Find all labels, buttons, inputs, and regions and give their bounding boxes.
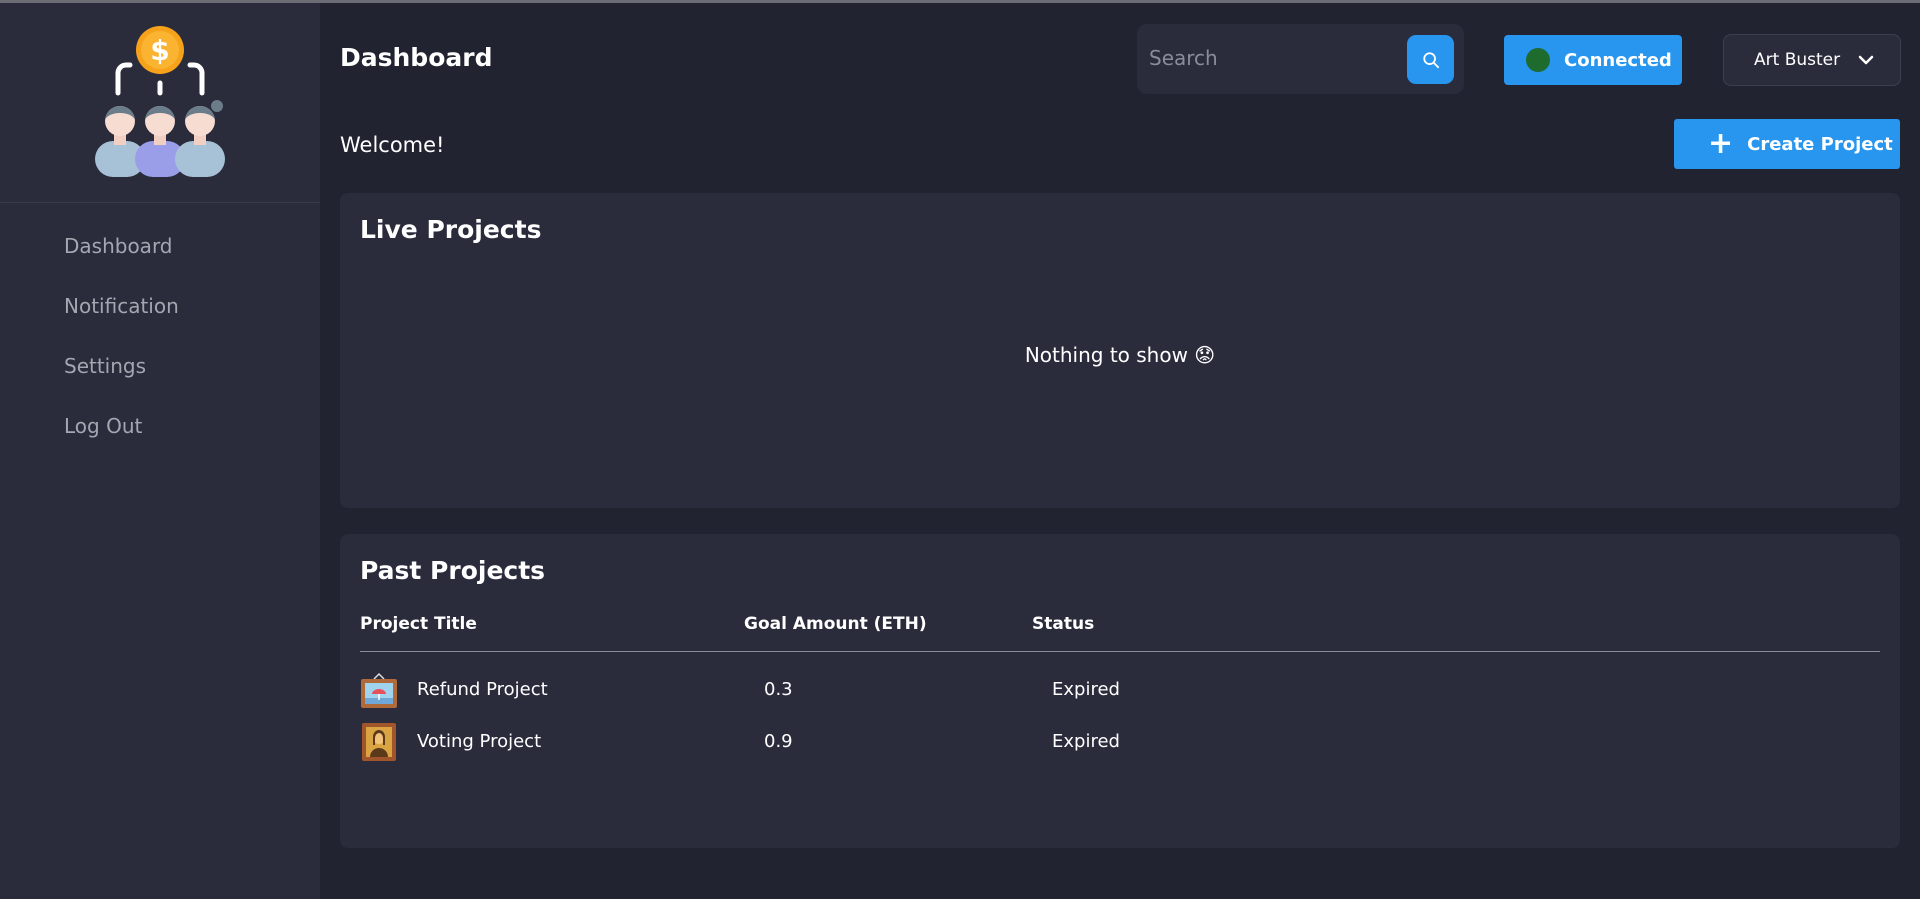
svg-text:$: $ (150, 34, 169, 67)
sidebar-nav: Dashboard Notification Settings Log Out (0, 203, 320, 465)
sidebar-item-log-out[interactable]: Log Out (64, 405, 320, 465)
project-title-cell: Voting Project (417, 731, 542, 752)
framed-landscape-icon (361, 672, 397, 708)
column-header-status: Status (1032, 614, 1095, 634)
sidebar: $ Dashboard Notification Settings Log Ou… (0, 3, 320, 899)
sidebar-item-dashboard[interactable]: Dashboard (64, 225, 320, 285)
empty-state-message: Nothing to show 😟 (1024, 343, 1216, 367)
column-header-project-title: Project Title (360, 614, 477, 634)
framed-portrait-icon (362, 723, 396, 761)
welcome-text: Welcome! (340, 133, 445, 157)
past-projects-title: Past Projects (360, 556, 546, 585)
live-projects-title: Live Projects (360, 215, 542, 244)
table-header-divider (360, 651, 1880, 652)
project-title-cell: Refund Project (417, 679, 548, 700)
column-header-goal-amount: Goal Amount (ETH) (744, 614, 927, 634)
sidebar-item-notification[interactable]: Notification (64, 285, 320, 345)
table-row[interactable]: Voting Project 0.9 Expired (360, 723, 1880, 765)
wallet-connected-button[interactable]: Connected (1504, 35, 1682, 85)
search-box (1137, 24, 1464, 94)
user-name: Art Buster (1754, 50, 1841, 70)
past-projects-card: Past Projects Project Title Goal Amount … (340, 534, 1900, 848)
search-icon (1422, 51, 1439, 68)
table-row[interactable]: Refund Project 0.3 Expired (360, 671, 1880, 713)
status-cell: Expired (1052, 679, 1120, 700)
chevron-down-icon (1858, 55, 1874, 65)
live-projects-card: Live Projects Nothing to show 😟 (340, 193, 1900, 508)
sidebar-item-settings[interactable]: Settings (64, 345, 320, 405)
page-title: Dashboard (340, 43, 493, 72)
wallet-connected-label: Connected (1564, 49, 1672, 71)
goal-amount-cell: 0.9 (764, 731, 793, 752)
create-project-label: Create Project (1747, 133, 1893, 155)
create-project-button[interactable]: + Create Project (1674, 119, 1900, 169)
goal-amount-cell: 0.3 (764, 679, 793, 700)
search-button[interactable] (1407, 35, 1454, 84)
logo-area: $ (0, 3, 320, 203)
plus-icon: + (1708, 126, 1734, 161)
user-dropdown[interactable]: Art Buster (1723, 34, 1901, 86)
crowdfunding-team-icon: $ (95, 25, 225, 177)
search-input[interactable] (1149, 38, 1389, 78)
connection-status-dot (1526, 48, 1550, 72)
status-cell: Expired (1052, 731, 1120, 752)
